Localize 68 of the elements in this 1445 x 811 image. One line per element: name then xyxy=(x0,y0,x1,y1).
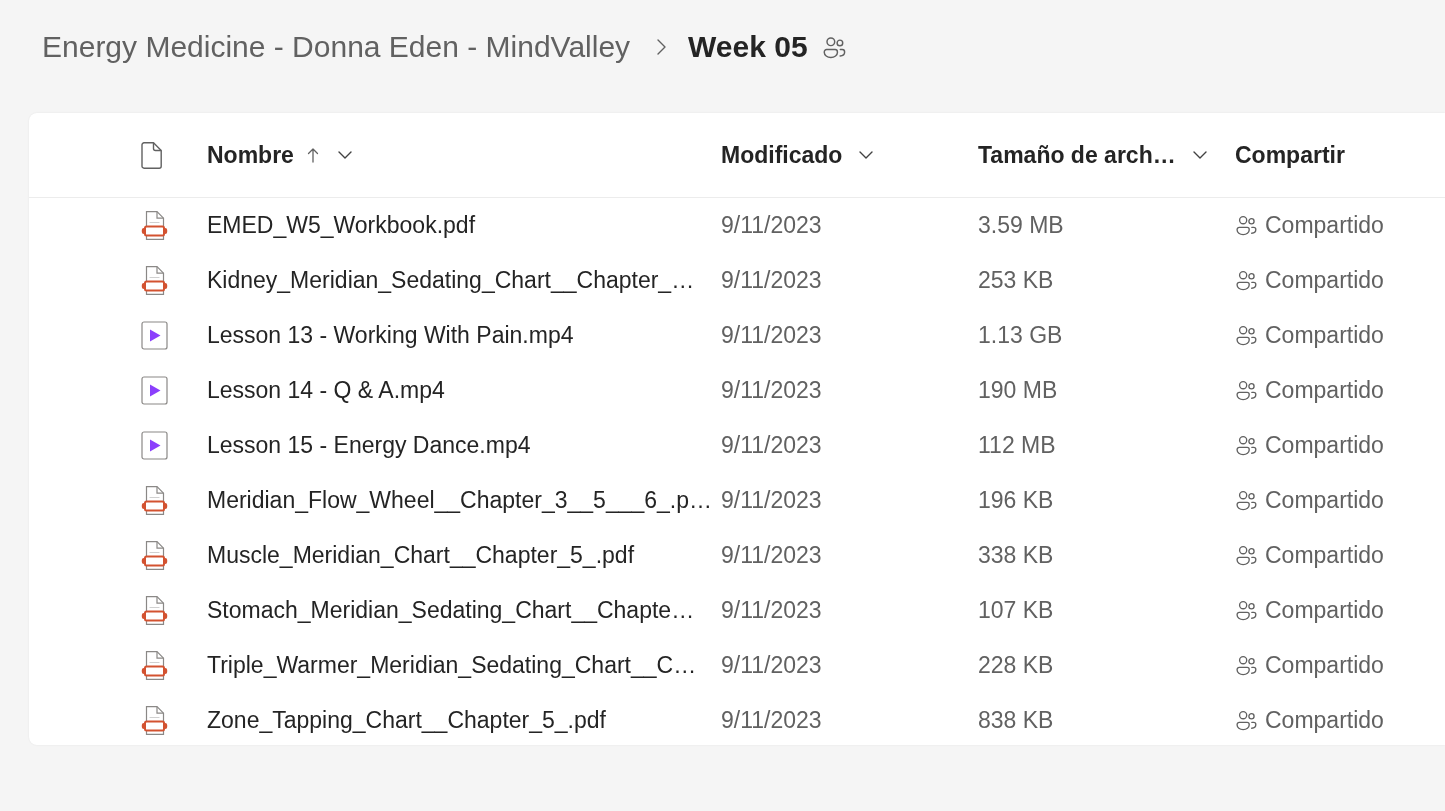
file-name-link[interactable]: Lesson 15 - Energy Dance.mp4 xyxy=(207,432,531,459)
modified-date: 9/11/2023 xyxy=(721,267,822,294)
sharing-status-button[interactable]: Compartido xyxy=(1235,597,1384,624)
pdf-file-icon xyxy=(141,266,168,295)
people-icon xyxy=(1235,654,1258,677)
people-icon xyxy=(1235,434,1258,457)
pdf-file-icon xyxy=(141,596,168,625)
breadcrumb-link[interactable]: Energy Medicine - Donna Eden - MindValley xyxy=(42,28,631,66)
people-icon xyxy=(1235,599,1258,622)
file-name-link[interactable]: Kidney_Meridian_Sedating_Chart__Chapter_… xyxy=(207,267,695,294)
file-size: 838 KB xyxy=(978,707,1054,734)
modified-date: 9/11/2023 xyxy=(721,432,822,459)
file-name-link[interactable]: Muscle_Meridian_Chart__Chapter_5_.pdf xyxy=(207,542,635,569)
breadcrumb-current[interactable]: Week 05 xyxy=(688,28,808,66)
modified-date: 9/11/2023 xyxy=(721,652,822,679)
people-icon xyxy=(1235,269,1258,292)
sharing-status-button[interactable]: Compartido xyxy=(1235,542,1384,569)
modified-date: 9/11/2023 xyxy=(721,212,822,239)
people-icon xyxy=(1235,489,1258,512)
file-name-link[interactable]: Stomach_Meridian_Sedating_Chart__Chapte… xyxy=(207,597,695,624)
modified-date: 9/11/2023 xyxy=(721,542,822,569)
document-icon xyxy=(141,141,162,169)
file-size: 253 KB xyxy=(978,267,1054,294)
video-file-icon xyxy=(141,321,168,350)
file-name-link[interactable]: Lesson 14 - Q & A.mp4 xyxy=(207,377,445,404)
modified-date: 9/11/2023 xyxy=(721,487,822,514)
column-header[interactable]: Compartir xyxy=(1235,141,1345,169)
file-size: 228 KB xyxy=(978,652,1054,679)
file-size: 338 KB xyxy=(978,542,1054,569)
pdf-file-icon xyxy=(141,706,168,735)
sharing-status-button[interactable]: Compartido xyxy=(1235,267,1384,294)
people-icon xyxy=(1235,324,1258,347)
sharing-status-button[interactable]: Compartido xyxy=(1235,322,1384,349)
file-name-link[interactable]: Lesson 13 - Working With Pain.mp4 xyxy=(207,322,574,349)
video-file-icon xyxy=(141,376,168,405)
modified-date: 9/11/2023 xyxy=(721,707,822,734)
sharing-status-button[interactable]: Compartido xyxy=(1235,487,1384,514)
file-size: 107 KB xyxy=(978,597,1054,624)
file-size: 112 MB xyxy=(978,432,1056,459)
modified-date: 9/11/2023 xyxy=(721,322,822,349)
modified-date: 9/11/2023 xyxy=(721,597,822,624)
people-icon xyxy=(1235,214,1258,237)
video-file-icon xyxy=(141,431,168,460)
sharing-status-button[interactable]: Compartido xyxy=(1235,652,1384,679)
sharing-status-button[interactable]: Compartido xyxy=(1235,432,1384,459)
file-name-link[interactable]: Triple_Warmer_Meridian_Sedating_Chart__C… xyxy=(207,652,697,679)
column-header[interactable]: Tamaño de arch… xyxy=(978,141,1207,169)
modified-date: 9/11/2023 xyxy=(721,377,822,404)
file-size: 1.13 GB xyxy=(978,322,1063,349)
sharing-status-button[interactable]: Compartido xyxy=(1235,377,1384,404)
people-icon xyxy=(1235,379,1258,402)
file-name-link[interactable]: EMED_W5_Workbook.pdf xyxy=(207,212,475,239)
column-header[interactable]: Nombre xyxy=(207,141,352,169)
pdf-file-icon xyxy=(141,541,168,570)
pdf-file-icon xyxy=(141,651,168,680)
column-header[interactable]: Modificado xyxy=(721,141,874,169)
sharing-status-button[interactable]: Compartido xyxy=(1235,212,1384,239)
file-name-link[interactable]: Zone_Tapping_Chart__Chapter_5_.pdf xyxy=(207,707,606,734)
pdf-file-icon xyxy=(141,486,168,515)
chevron-right-icon xyxy=(657,39,667,55)
file-size: 196 KB xyxy=(978,487,1054,514)
pdf-file-icon xyxy=(141,211,168,240)
people-icon xyxy=(1235,709,1258,732)
file-size: 3.59 MB xyxy=(978,212,1064,239)
file-name-link[interactable]: Meridian_Flow_Wheel__Chapter_3__5___6_.p… xyxy=(207,487,713,514)
sharing-status-button[interactable]: Compartido xyxy=(1235,707,1384,734)
file-size: 190 MB xyxy=(978,377,1058,404)
people-icon xyxy=(1235,544,1258,567)
